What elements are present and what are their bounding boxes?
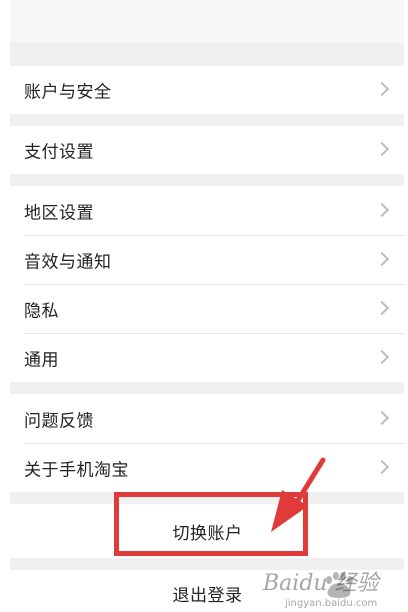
menu-item-label: 问题反馈 (24, 411, 94, 431)
menu-item-label: 隐私 (24, 301, 59, 321)
settings-group-general: 地区设置 音效与通知 隐私 通用 (10, 186, 405, 382)
chevron-right-icon (374, 81, 390, 97)
chevron-right-icon (374, 300, 390, 315)
menu-item-region-settings[interactable]: 地区设置 (10, 186, 405, 235)
baidu-jingyan-watermark: Baidu 经验 jingyan.baidu.com (255, 566, 405, 612)
menu-item-label: 关于手机淘宝 (24, 460, 129, 480)
watermark-url-text: jingyan.baidu.com (284, 598, 377, 609)
menu-item-label: 音效与通知 (24, 252, 112, 272)
menu-item-about-taobao[interactable]: 关于手机淘宝 (10, 443, 405, 492)
chevron-right-icon (374, 410, 390, 425)
annotation-highlight-box (114, 492, 308, 556)
right-edge-strip (404, 0, 408, 612)
chevron-right-icon (374, 141, 390, 157)
menu-item-label: 通用 (24, 350, 59, 370)
menu-item-label: 地区设置 (24, 203, 94, 223)
menu-item-account-security[interactable]: 账户与安全 (10, 66, 405, 114)
logout-label: 退出登录 (172, 585, 243, 606)
menu-item-payment-settings[interactable]: 支付设置 (10, 126, 405, 174)
chevron-right-icon (374, 251, 390, 266)
chevron-right-icon (374, 349, 390, 364)
menu-item-label: 支付设置 (24, 142, 94, 163)
watermark-brand-text: Baidu 经验 (262, 571, 382, 596)
menu-item-privacy[interactable]: 隐私 (10, 284, 405, 333)
settings-screen: 账户与安全 支付设置 地区设置 音效与通知 隐私 通用 问题反馈 关于手机淘宝 … (0, 0, 408, 612)
settings-group-payment: 支付设置 (10, 126, 405, 174)
menu-item-feedback[interactable]: 问题反馈 (10, 394, 405, 443)
menu-item-label: 账户与安全 (24, 82, 112, 103)
menu-item-sound-notifications[interactable]: 音效与通知 (10, 235, 405, 284)
chevron-right-icon (374, 202, 390, 217)
top-header-area (10, 0, 405, 42)
left-edge-strip (0, 0, 10, 612)
menu-item-general[interactable]: 通用 (10, 333, 405, 382)
settings-group-about: 问题反馈 关于手机淘宝 (10, 394, 405, 492)
chevron-right-icon (374, 459, 390, 474)
baidu-logo-icon: Baidu 经验 jingyan.baidu.com (262, 571, 382, 609)
settings-group-account: 账户与安全 (10, 66, 405, 114)
